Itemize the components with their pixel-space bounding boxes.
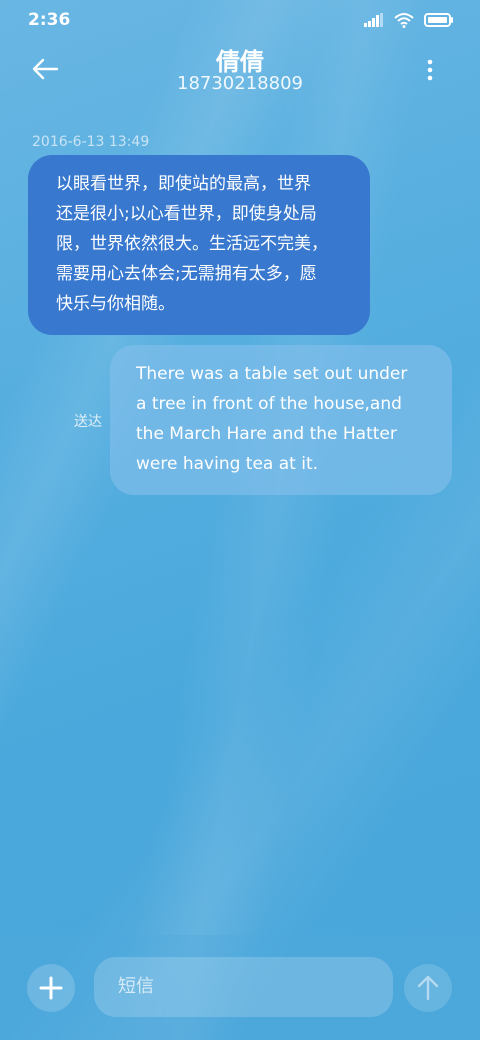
message-line: 以眼看世界，即使站的最高，世界 (56, 174, 311, 194)
more-vertical-icon (427, 59, 433, 81)
message-timestamp: 2016-6-13 13:49 (32, 134, 150, 150)
more-options-button[interactable] (420, 58, 440, 82)
message-line: 还是很小;以心看世界，即使身处局 (56, 204, 317, 224)
conversation-header: 倩倩 18730218809 (0, 42, 480, 102)
battery-icon (424, 13, 453, 27)
send-button[interactable] (404, 964, 452, 1012)
signal-icon (364, 13, 383, 27)
arrow-up-icon (417, 975, 439, 1001)
message-line: 限，世界依然很大。生活远不完美， (56, 234, 328, 254)
status-icons (364, 12, 454, 28)
message-line: There was a table set out under (136, 364, 408, 384)
message-line: were having tea at it. (136, 454, 319, 474)
contact-name: 倩倩 (216, 48, 264, 76)
compose-bar: 短信 (0, 935, 480, 1040)
incoming-message-bubble[interactable]: 以眼看世界，即使站的最高，世界 还是很小;以心看世界，即使身处局 限，世界依然很… (28, 155, 370, 335)
message-input[interactable]: 短信 (94, 957, 393, 1017)
message-line: 需要用心去体会;无需拥有太多，愿 (56, 264, 317, 284)
outgoing-message-bubble[interactable]: There was a table set out under a tree i… (110, 345, 452, 495)
message-line: a tree in front of the house,and (136, 394, 402, 414)
wifi-icon (394, 13, 414, 28)
message-line: the March Hare and the Hatter (136, 424, 397, 444)
status-time: 2:36 (28, 10, 71, 30)
message-line: 快乐与你相随。 (56, 294, 175, 314)
status-bar: 2:36 (0, 0, 480, 42)
contact-phone: 18730218809 (177, 73, 303, 94)
plus-icon (39, 976, 63, 1000)
attach-button[interactable] (27, 964, 75, 1012)
delivery-status: 送达 (74, 414, 102, 430)
